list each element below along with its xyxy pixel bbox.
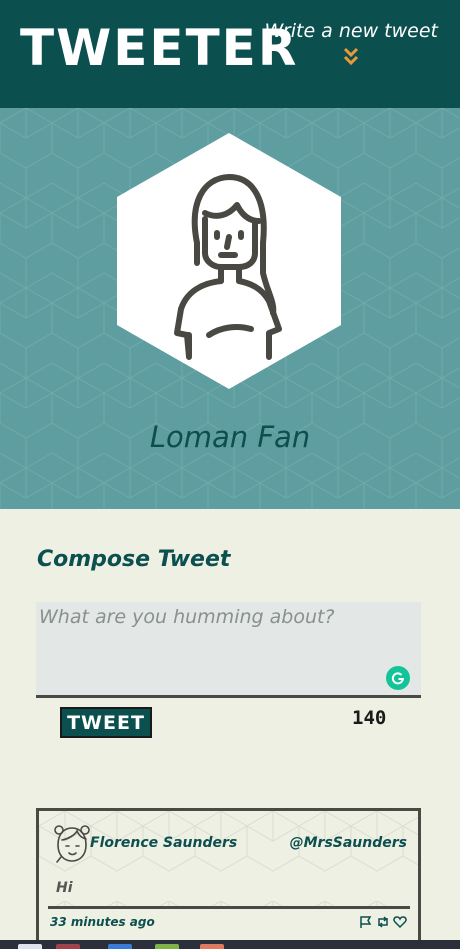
- tweet-card: Florence Saunders @MrsSaunders Hi 33 min…: [36, 808, 421, 943]
- tweet-author-handle: @MrsSaunders: [289, 835, 407, 851]
- taskbar-item[interactable]: [18, 944, 42, 949]
- compose-title: Compose Tweet: [37, 547, 231, 572]
- character-counter: 140: [352, 707, 387, 729]
- retweet-icon[interactable]: [376, 914, 390, 928]
- brand-logo[interactable]: TWEETER: [20, 22, 298, 74]
- write-new-tweet-label: Write a new tweet: [264, 20, 438, 42]
- taskbar-item[interactable]: [56, 944, 80, 949]
- write-new-tweet-link[interactable]: Write a new tweet: [264, 20, 438, 66]
- profile-header: Loman Fan: [0, 108, 460, 509]
- tweet-timestamp: 33 minutes ago: [50, 915, 155, 929]
- taskbar-item[interactable]: [108, 944, 132, 949]
- double-chevron-down-icon[interactable]: [342, 46, 360, 66]
- heart-icon[interactable]: [393, 914, 407, 929]
- tweet-actions: [359, 914, 407, 929]
- top-nav: TWEETER Write a new tweet: [0, 0, 460, 108]
- user-avatar-icon: [117, 133, 341, 389]
- tweet-content: Hi: [56, 880, 73, 896]
- grammarly-icon[interactable]: [386, 666, 410, 690]
- tweet-author-name: Florence Saunders: [90, 835, 238, 851]
- tweet-textarea[interactable]: [36, 602, 421, 698]
- taskbar-item[interactable]: [200, 944, 224, 949]
- tweet-submit-button[interactable]: TWEET: [60, 707, 152, 738]
- tweet-divider: [48, 906, 410, 909]
- profile-name: Loman Fan: [149, 420, 311, 454]
- os-taskbar: [0, 940, 460, 949]
- taskbar-item[interactable]: [155, 944, 179, 949]
- tweet-author-avatar-icon: [54, 825, 90, 863]
- flag-icon[interactable]: [359, 914, 373, 928]
